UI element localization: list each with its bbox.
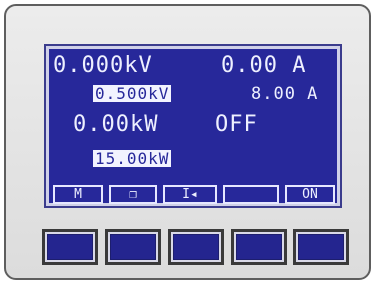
- power-setpoint: 15.00kW: [93, 149, 172, 168]
- softkey-mode: M: [53, 185, 103, 204]
- softkey-copy: ❐: [109, 185, 157, 204]
- current-actual-readout: 0.00 A: [221, 53, 307, 78]
- softkey-bar: M ❐ I◂ ON: [53, 185, 335, 204]
- voltage-actual-readout: 0.000kV: [53, 53, 153, 78]
- softkey-empty: [223, 185, 279, 204]
- lcd-display: 0.000kV 0.00 A 0.500kV 8.00 A 0.00kW OFF…: [44, 44, 342, 208]
- function-button-5[interactable]: [293, 229, 349, 265]
- function-button-2[interactable]: [105, 229, 161, 265]
- device-front-panel: 0.000kV 0.00 A 0.500kV 8.00 A 0.00kW OFF…: [4, 4, 371, 280]
- power-actual-readout: 0.00kW: [73, 112, 159, 137]
- softkey-on: ON: [285, 185, 335, 204]
- softkey-current-limit: I◂: [163, 185, 217, 204]
- function-button-4[interactable]: [231, 229, 287, 265]
- function-button-3[interactable]: [168, 229, 224, 265]
- voltage-setpoint: 0.500kV: [93, 84, 172, 103]
- function-button-1[interactable]: [42, 229, 98, 265]
- current-setpoint: 8.00 A: [251, 84, 319, 104]
- output-state-indicator: OFF: [215, 112, 258, 137]
